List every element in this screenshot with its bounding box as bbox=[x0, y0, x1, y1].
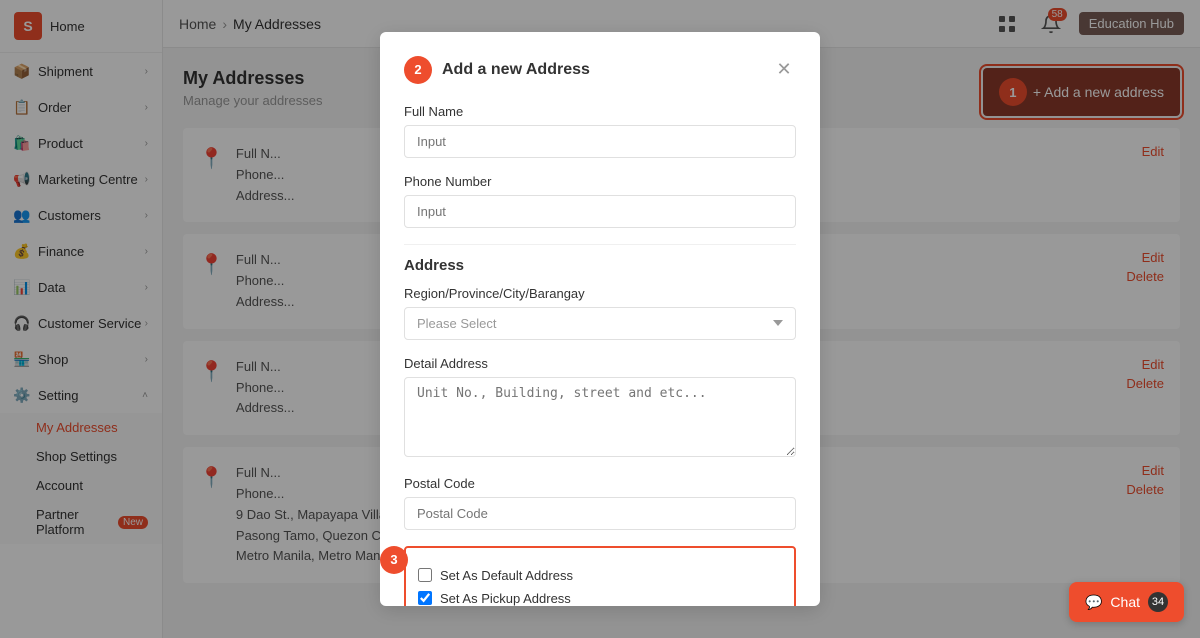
detail-address-label: Detail Address bbox=[404, 356, 796, 371]
detail-address-group: Detail Address bbox=[404, 356, 796, 460]
full-name-label: Full Name bbox=[404, 104, 796, 119]
region-select[interactable]: Please Select bbox=[404, 307, 796, 340]
default-address-label: Set As Default Address bbox=[440, 568, 573, 583]
address-section-title: Address bbox=[404, 244, 796, 274]
chat-count: 34 bbox=[1148, 592, 1168, 612]
full-name-group: Full Name bbox=[404, 104, 796, 158]
pickup-address-checkbox[interactable] bbox=[418, 591, 432, 605]
modal-title: Add a new Address bbox=[442, 61, 590, 79]
pickup-address-label: Set As Pickup Address bbox=[440, 591, 571, 606]
step-2-circle: 2 bbox=[404, 56, 432, 84]
phone-number-input[interactable] bbox=[404, 195, 796, 228]
full-name-input[interactable] bbox=[404, 125, 796, 158]
step-3-circle: 3 bbox=[380, 546, 408, 574]
phone-number-group: Phone Number bbox=[404, 174, 796, 228]
postal-code-input[interactable] bbox=[404, 497, 796, 530]
default-address-checkbox-item[interactable]: Set As Default Address bbox=[418, 568, 782, 583]
detail-address-input[interactable] bbox=[404, 377, 796, 457]
modal-header: 2 Add a new Address ✕ bbox=[404, 56, 796, 84]
region-group: Region/Province/City/Barangay Please Sel… bbox=[404, 286, 796, 340]
postal-code-group: Postal Code bbox=[404, 476, 796, 530]
checkbox-group: 3 Set As Default Address Set As Pickup A… bbox=[404, 546, 796, 606]
region-label: Region/Province/City/Barangay bbox=[404, 286, 796, 301]
chat-button[interactable]: 💬 Chat 34 bbox=[1069, 582, 1184, 622]
add-address-modal: 2 Add a new Address ✕ Full Name Phone Nu… bbox=[380, 32, 820, 606]
chat-label: Chat bbox=[1110, 594, 1140, 610]
modal-overlay: 2 Add a new Address ✕ Full Name Phone Nu… bbox=[0, 0, 1200, 638]
pickup-address-checkbox-item[interactable]: Set As Pickup Address bbox=[418, 591, 782, 606]
default-address-checkbox[interactable] bbox=[418, 568, 432, 582]
phone-number-label: Phone Number bbox=[404, 174, 796, 189]
postal-code-label: Postal Code bbox=[404, 476, 796, 491]
modal-close-button[interactable]: ✕ bbox=[772, 58, 796, 82]
chat-icon: 💬 bbox=[1085, 594, 1102, 611]
